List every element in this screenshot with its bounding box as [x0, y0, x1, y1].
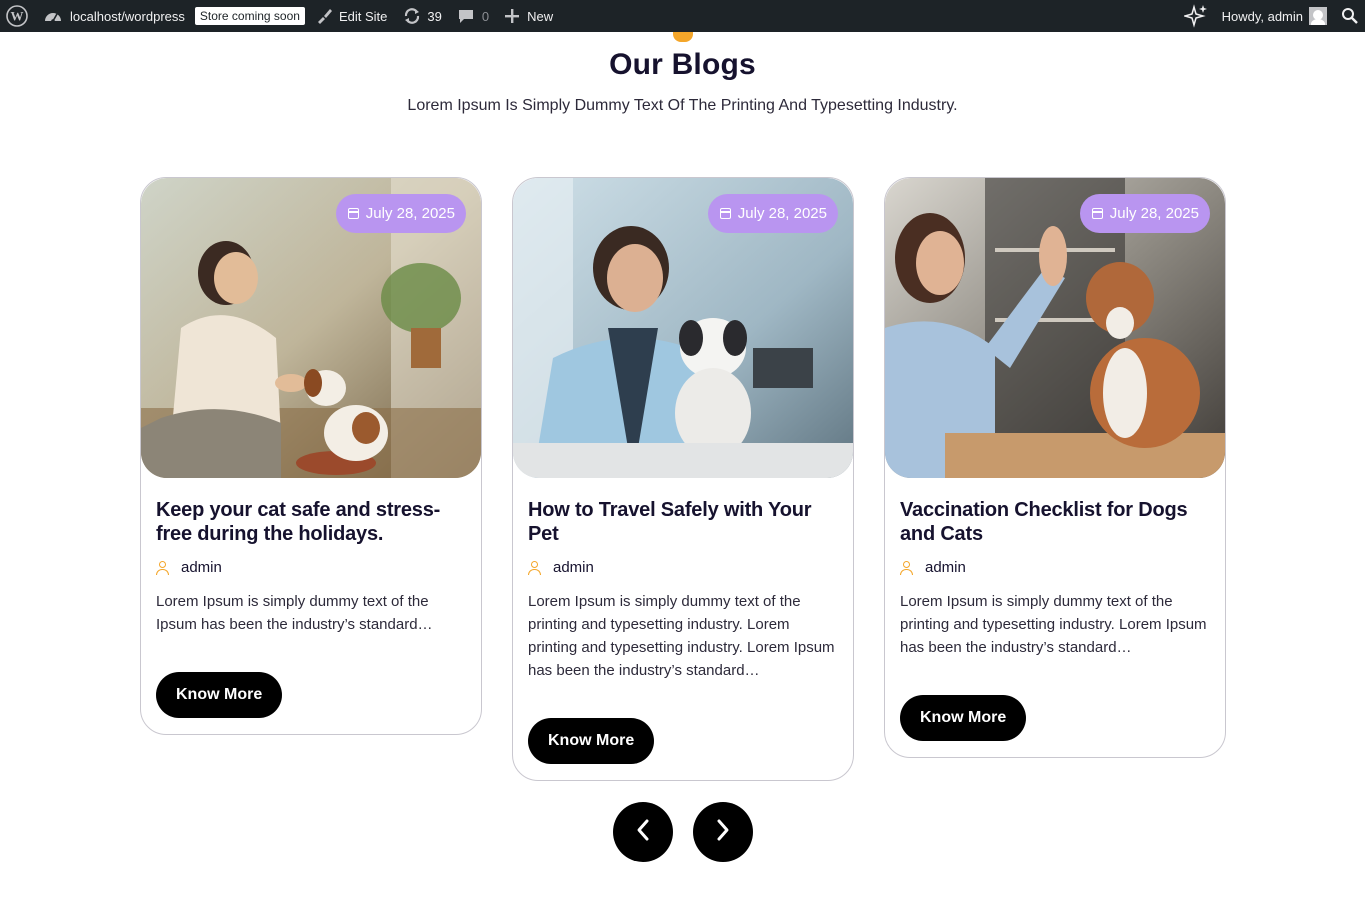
- new-label: New: [527, 8, 554, 24]
- user-icon: [156, 560, 169, 575]
- blog-card-image[interactable]: July 28, 2025: [513, 178, 853, 478]
- site-name-link[interactable]: localhost/wordpress: [36, 0, 193, 32]
- plus-icon: [505, 9, 520, 23]
- new-content-link[interactable]: New: [497, 0, 561, 32]
- calendar-icon: [347, 208, 359, 219]
- chevron-left-icon: [633, 818, 653, 847]
- calendar-icon: [719, 208, 731, 219]
- comments-link[interactable]: 0: [450, 0, 497, 32]
- section-subtitle: Lorem Ipsum Is Simply Dummy Text Of The …: [407, 97, 958, 114]
- author-name[interactable]: admin: [553, 559, 594, 576]
- sparkle-icon[interactable]: [1176, 0, 1222, 32]
- dashboard-icon: [44, 8, 62, 24]
- blog-card-excerpt: Lorem Ipsum is simply dummy text of the …: [528, 593, 835, 679]
- know-more-button[interactable]: Know More: [900, 695, 1027, 741]
- blog-card-title[interactable]: How to Travel Safely with Your Pet: [528, 498, 838, 546]
- store-badge-wrap: Store coming soon: [193, 0, 307, 32]
- user-icon: [900, 560, 913, 575]
- prev-slide-button[interactable]: [613, 802, 673, 862]
- date-text: July 28, 2025: [1109, 205, 1199, 222]
- blog-card: July 28, 2025 How to Travel Safely with …: [512, 177, 854, 781]
- refresh-icon: [403, 7, 421, 25]
- author-meta: admin: [528, 559, 838, 576]
- date-text: July 28, 2025: [365, 205, 455, 222]
- date-badge: July 28, 2025: [1079, 194, 1210, 233]
- blog-card-image[interactable]: July 28, 2025: [885, 178, 1225, 478]
- brush-icon: [315, 7, 333, 25]
- updates-link[interactable]: 39: [395, 0, 449, 32]
- chevron-right-icon: [713, 818, 733, 847]
- site-name: localhost/wordpress: [70, 8, 185, 24]
- wordpress-logo-icon[interactable]: W: [0, 0, 36, 32]
- author-name[interactable]: admin: [181, 559, 222, 576]
- date-text: July 28, 2025: [737, 205, 827, 222]
- date-badge: July 28, 2025: [707, 194, 838, 233]
- author-meta: admin: [156, 559, 466, 576]
- edit-site-link[interactable]: Edit Site: [307, 0, 395, 32]
- know-more-button[interactable]: Know More: [528, 718, 655, 764]
- blog-card-excerpt: Lorem Ipsum is simply dummy text of the …: [156, 593, 433, 633]
- store-coming-soon-badge[interactable]: Store coming soon: [194, 7, 305, 25]
- blog-card: July 28, 2025 Vaccination Checklist for …: [884, 177, 1226, 758]
- know-more-button[interactable]: Know More: [156, 672, 283, 718]
- author-meta: admin: [900, 559, 1210, 576]
- search-icon[interactable]: [1341, 0, 1365, 32]
- blog-card-title[interactable]: Vaccination Checklist for Dogs and Cats: [900, 498, 1210, 546]
- updates-count: 39: [427, 8, 442, 24]
- blog-card-title[interactable]: Keep your cat safe and stress-free durin…: [156, 498, 466, 546]
- user-icon: [528, 560, 541, 575]
- svg-text:W: W: [11, 9, 24, 24]
- admin-bar: W localhost/wordpress Store coming soon …: [0, 0, 1365, 32]
- author-name[interactable]: admin: [925, 559, 966, 576]
- comments-count: 0: [481, 8, 490, 24]
- next-slide-button[interactable]: [693, 802, 753, 862]
- my-account-link[interactable]: Howdy, admin: [1222, 0, 1341, 32]
- section-title: Our Blogs: [609, 48, 756, 81]
- blog-card: July 28, 2025 Keep your cat safe and str…: [140, 177, 482, 735]
- date-badge: July 28, 2025: [335, 194, 466, 233]
- blog-card-image[interactable]: July 28, 2025: [141, 178, 481, 478]
- blog-card-excerpt: Lorem Ipsum is simply dummy text of the …: [900, 593, 1207, 656]
- calendar-icon: [1091, 208, 1103, 219]
- edit-site-label: Edit Site: [338, 8, 388, 24]
- avatar: [1309, 7, 1327, 25]
- comment-icon: [458, 8, 474, 24]
- howdy-label: Howdy, admin: [1221, 8, 1303, 24]
